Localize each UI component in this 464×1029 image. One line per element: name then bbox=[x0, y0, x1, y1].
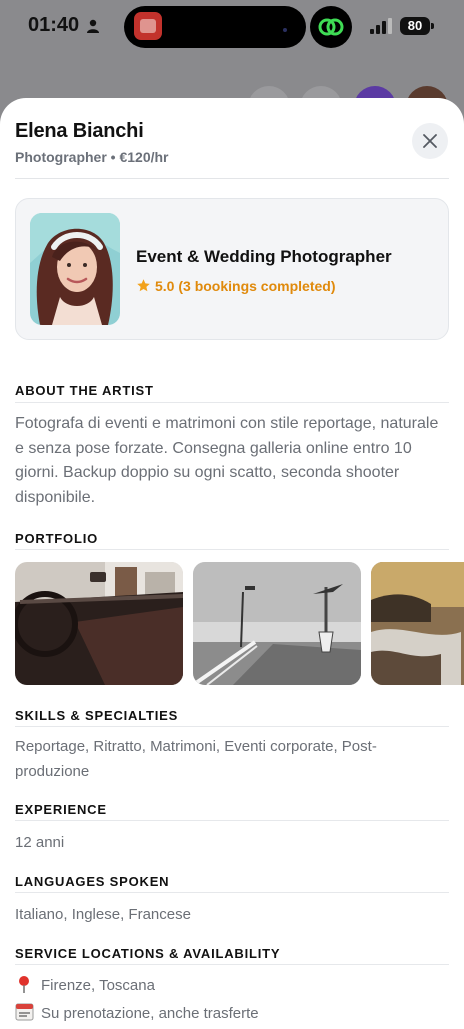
section-title-locations: SERVICE LOCATIONS & AVAILABILITY bbox=[15, 946, 281, 961]
portfolio-photo-car-interior[interactable] bbox=[15, 562, 183, 685]
person-icon bbox=[87, 19, 99, 33]
availability-row: Su prenotazione, anche trasferte bbox=[15, 1003, 259, 1022]
sheet-header: Elena Bianchi Photographer • €120/hr bbox=[15, 120, 449, 165]
about-text: Fotografa di eventi e matrimoni con stil… bbox=[15, 415, 439, 506]
portfolio-photo-pier[interactable] bbox=[193, 562, 361, 685]
signal-icon bbox=[370, 18, 392, 34]
artist-detail-sheet: Elena Bianchi Photographer • €120/hr Eve… bbox=[0, 98, 464, 1029]
battery-icon: 80 bbox=[400, 17, 434, 35]
artist-name: Elena Bianchi bbox=[15, 120, 144, 142]
avatar bbox=[30, 213, 120, 325]
map-pin-icon bbox=[19, 976, 29, 993]
section-title-languages: LANGUAGES SPOKEN bbox=[15, 874, 170, 889]
status-time: 01:40 bbox=[28, 14, 80, 36]
close-button[interactable] bbox=[412, 123, 448, 159]
availability-text: Su prenotazione, anche trasferte bbox=[41, 1005, 259, 1022]
languages-text: Italiano, Inglese, Francese bbox=[15, 906, 191, 923]
star-icon bbox=[137, 279, 150, 292]
calendar-icon bbox=[15, 1003, 34, 1021]
live-activity-icon bbox=[310, 6, 352, 48]
section-divider bbox=[15, 892, 449, 893]
section-divider bbox=[15, 549, 449, 550]
island-app-icon bbox=[134, 12, 162, 40]
status-bar: 01:40 80 bbox=[0, 0, 464, 56]
section-divider bbox=[15, 726, 449, 727]
artist-headline: Event & Wedding Photographer bbox=[136, 247, 392, 266]
island-camera-dot bbox=[283, 28, 287, 32]
section-title-portfolio: PORTFOLIO bbox=[15, 531, 99, 546]
section-divider bbox=[15, 402, 449, 403]
profile-card: Event & Wedding Photographer 5.0 (3 book… bbox=[15, 198, 449, 340]
close-icon bbox=[423, 134, 437, 148]
section-title-experience: EXPERIENCE bbox=[15, 802, 107, 817]
experience-text: 12 anni bbox=[15, 834, 65, 851]
portfolio-photo-seascape[interactable] bbox=[371, 562, 464, 685]
location-row: Firenze, Toscana bbox=[15, 975, 155, 994]
section-title-skills: SKILLS & SPECIALTIES bbox=[15, 708, 179, 723]
header-divider bbox=[15, 178, 449, 179]
portfolio-carousel[interactable] bbox=[15, 562, 464, 686]
section-divider bbox=[15, 964, 449, 965]
section-title-about: ABOUT THE ARTIST bbox=[15, 383, 154, 398]
location-text: Firenze, Toscana bbox=[41, 977, 155, 994]
artist-subtitle: Photographer • €120/hr bbox=[15, 149, 169, 165]
section-divider bbox=[15, 820, 449, 821]
rating: 5.0 (3 bookings completed) bbox=[136, 278, 335, 294]
rating-text: 5.0 (3 bookings completed) bbox=[155, 278, 336, 294]
skills-text: Reportage, Ritratto, Matrimoni, Eventi c… bbox=[15, 738, 377, 780]
